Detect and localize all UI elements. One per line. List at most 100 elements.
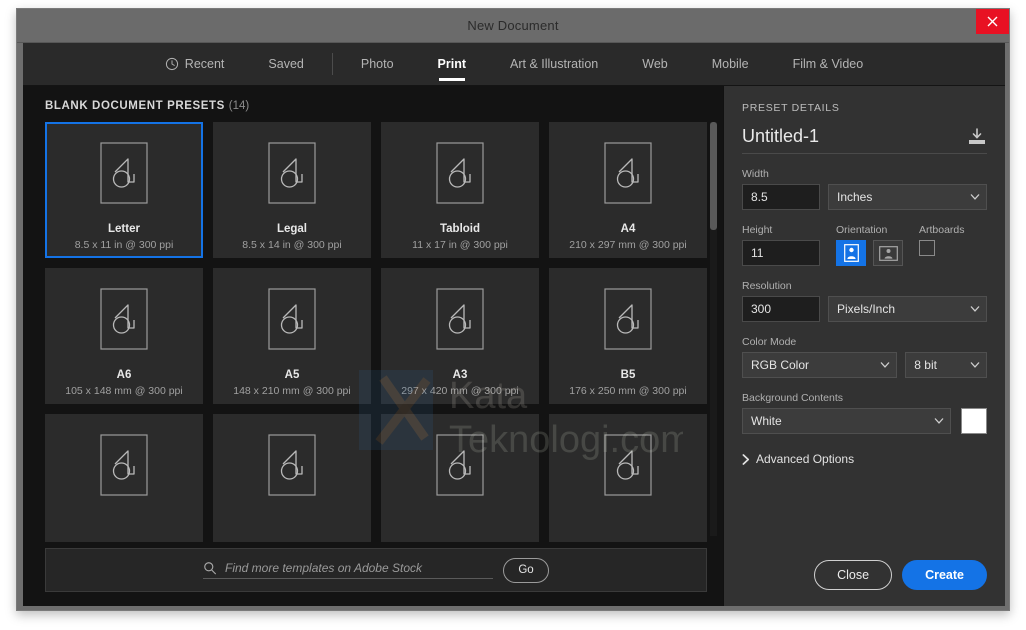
preset-dims: 297 x 420 mm @ 300 ppi — [401, 385, 519, 397]
presets-scrollbar[interactable] — [710, 122, 717, 536]
tab-print[interactable]: Print — [416, 43, 488, 85]
preset-dims: 148 x 210 mm @ 300 ppi — [233, 385, 351, 397]
window-titlebar: New Document — [17, 9, 1009, 43]
tab-separator — [331, 53, 333, 75]
presets-scroll-area[interactable]: Letter 8.5 x 11 in @ 300 ppi Legal 8.5 x… — [23, 122, 723, 542]
document-icon — [436, 142, 484, 209]
background-select[interactable]: White — [742, 408, 951, 434]
preset-card-a4[interactable]: A4 210 x 297 mm @ 300 ppi — [549, 122, 707, 258]
preset-card-row3-2[interactable] — [213, 414, 371, 542]
new-document-window: New Document Recent Saved Photo Print Ar… — [16, 8, 1010, 611]
preset-card-row3-3[interactable] — [381, 414, 539, 542]
width-label: Width — [742, 168, 769, 180]
orientation-landscape-button[interactable] — [873, 240, 903, 266]
tab-print-label: Print — [437, 57, 467, 71]
portrait-icon — [843, 244, 859, 262]
orientation-label: Orientation — [836, 224, 888, 236]
resolution-input[interactable] — [742, 296, 820, 322]
window-close-button[interactable] — [976, 9, 1009, 34]
adobe-stock-search-bar: Go — [45, 548, 707, 592]
preset-card-a5[interactable]: A5 148 x 210 mm @ 300 ppi — [213, 268, 371, 404]
close-button[interactable]: Close — [814, 560, 893, 590]
preset-name: A4 — [620, 223, 636, 235]
document-icon — [604, 288, 652, 355]
document-icon — [100, 142, 148, 209]
new-document-dialog: Recent Saved Photo Print Art & Illustrat… — [23, 43, 1005, 606]
preset-card-row3-4[interactable] — [549, 414, 707, 542]
height-section: Height — [742, 224, 820, 266]
presets-heading-label: BLANK DOCUMENT PRESETS — [45, 100, 225, 112]
preset-dims: 176 x 250 mm @ 300 ppi — [569, 385, 687, 397]
preset-grid: Letter 8.5 x 11 in @ 300 ppi Legal 8.5 x… — [45, 122, 707, 542]
tab-web-label: Web — [642, 57, 668, 71]
tab-film-video-label: Film & Video — [792, 57, 864, 71]
preset-dims: 105 x 148 mm @ 300 ppi — [65, 385, 183, 397]
tab-photo[interactable]: Photo — [339, 43, 416, 85]
bit-depth-select-wrap: 8 bit — [905, 352, 987, 378]
preset-card-legal[interactable]: Legal 8.5 x 14 in @ 300 ppi — [213, 122, 371, 258]
bit-depth-select[interactable]: 8 bit — [905, 352, 987, 378]
advanced-options-label: Advanced Options — [756, 452, 855, 466]
tab-web[interactable]: Web — [620, 43, 689, 85]
document-name-input[interactable] — [742, 126, 942, 147]
resolution-section: Resolution Pixels/Inch — [742, 280, 987, 322]
document-icon — [268, 142, 316, 209]
background-color-swatch[interactable] — [961, 408, 987, 434]
presets-scrollbar-thumb[interactable] — [710, 122, 717, 230]
tab-film-video[interactable]: Film & Video — [771, 43, 886, 85]
chevron-right-icon — [742, 453, 750, 465]
document-icon — [268, 288, 316, 355]
category-tabbar: Recent Saved Photo Print Art & Illustrat… — [23, 43, 1005, 86]
advanced-options-toggle[interactable]: Advanced Options — [742, 452, 987, 466]
document-icon — [604, 142, 652, 209]
tab-saved[interactable]: Saved — [246, 43, 325, 85]
background-select-wrap: White — [742, 408, 951, 434]
preset-card-letter[interactable]: Letter 8.5 x 11 in @ 300 ppi — [45, 122, 203, 258]
create-button[interactable]: Create — [902, 560, 987, 590]
preset-name: A6 — [116, 369, 132, 381]
preset-card-b5[interactable]: B5 176 x 250 mm @ 300 ppi — [549, 268, 707, 404]
landscape-icon — [878, 245, 898, 261]
preset-details-heading: PRESET DETAILS — [742, 102, 840, 114]
search-icon — [204, 562, 216, 575]
preset-card-a6[interactable]: A6 105 x 148 mm @ 300 ppi — [45, 268, 203, 404]
dialog-footer-buttons: Close Create — [742, 560, 987, 606]
color-mode-select[interactable]: RGB Color — [742, 352, 898, 378]
artboards-section: Artboards — [919, 224, 965, 266]
artboards-label: Artboards — [919, 224, 965, 236]
tab-mobile[interactable]: Mobile — [690, 43, 771, 85]
presets-count: (14) — [228, 100, 250, 112]
document-name-row — [742, 126, 987, 154]
clock-icon — [165, 57, 178, 71]
width-unit-select[interactable]: Inches — [828, 184, 987, 210]
window-title: New Document — [467, 18, 559, 33]
save-preset-icon[interactable] — [967, 127, 987, 146]
dialog-body: BLANK DOCUMENT PRESETS (14) Letter 8.5 x… — [23, 86, 1005, 606]
document-icon — [604, 434, 652, 501]
tab-mobile-label: Mobile — [711, 57, 749, 71]
width-unit-select-wrap: Inches — [828, 184, 987, 210]
tab-art-illustration[interactable]: Art & Illustration — [488, 43, 620, 85]
preset-dims: 8.5 x 11 in @ 300 ppi — [74, 239, 174, 251]
document-icon — [268, 434, 316, 501]
preset-dims: 11 x 17 in @ 300 ppi — [412, 239, 508, 251]
preset-name: A5 — [284, 369, 300, 381]
preset-card-tabloid[interactable]: Tabloid 11 x 17 in @ 300 ppi — [381, 122, 539, 258]
preset-name: B5 — [620, 369, 636, 381]
background-label: Background Contents — [742, 392, 843, 404]
height-input[interactable] — [742, 240, 820, 266]
preset-name: Tabloid — [439, 223, 481, 235]
preset-card-a3[interactable]: A3 297 x 420 mm @ 300 ppi — [381, 268, 539, 404]
artboards-checkbox[interactable] — [919, 240, 935, 256]
background-contents-section: Background Contents White — [742, 392, 987, 434]
tab-recent[interactable]: Recent — [143, 43, 247, 85]
stock-input-wrap — [203, 561, 493, 579]
orientation-portrait-button[interactable] — [836, 240, 866, 266]
width-section: Width Inches — [742, 168, 987, 210]
stock-search-go-button[interactable]: Go — [503, 557, 549, 583]
tab-art-illustration-label: Art & Illustration — [510, 57, 599, 71]
stock-search-input[interactable] — [225, 561, 480, 575]
resolution-unit-select[interactable]: Pixels/Inch — [828, 296, 987, 322]
width-input[interactable] — [742, 184, 820, 210]
preset-card-row3-1[interactable] — [45, 414, 203, 542]
